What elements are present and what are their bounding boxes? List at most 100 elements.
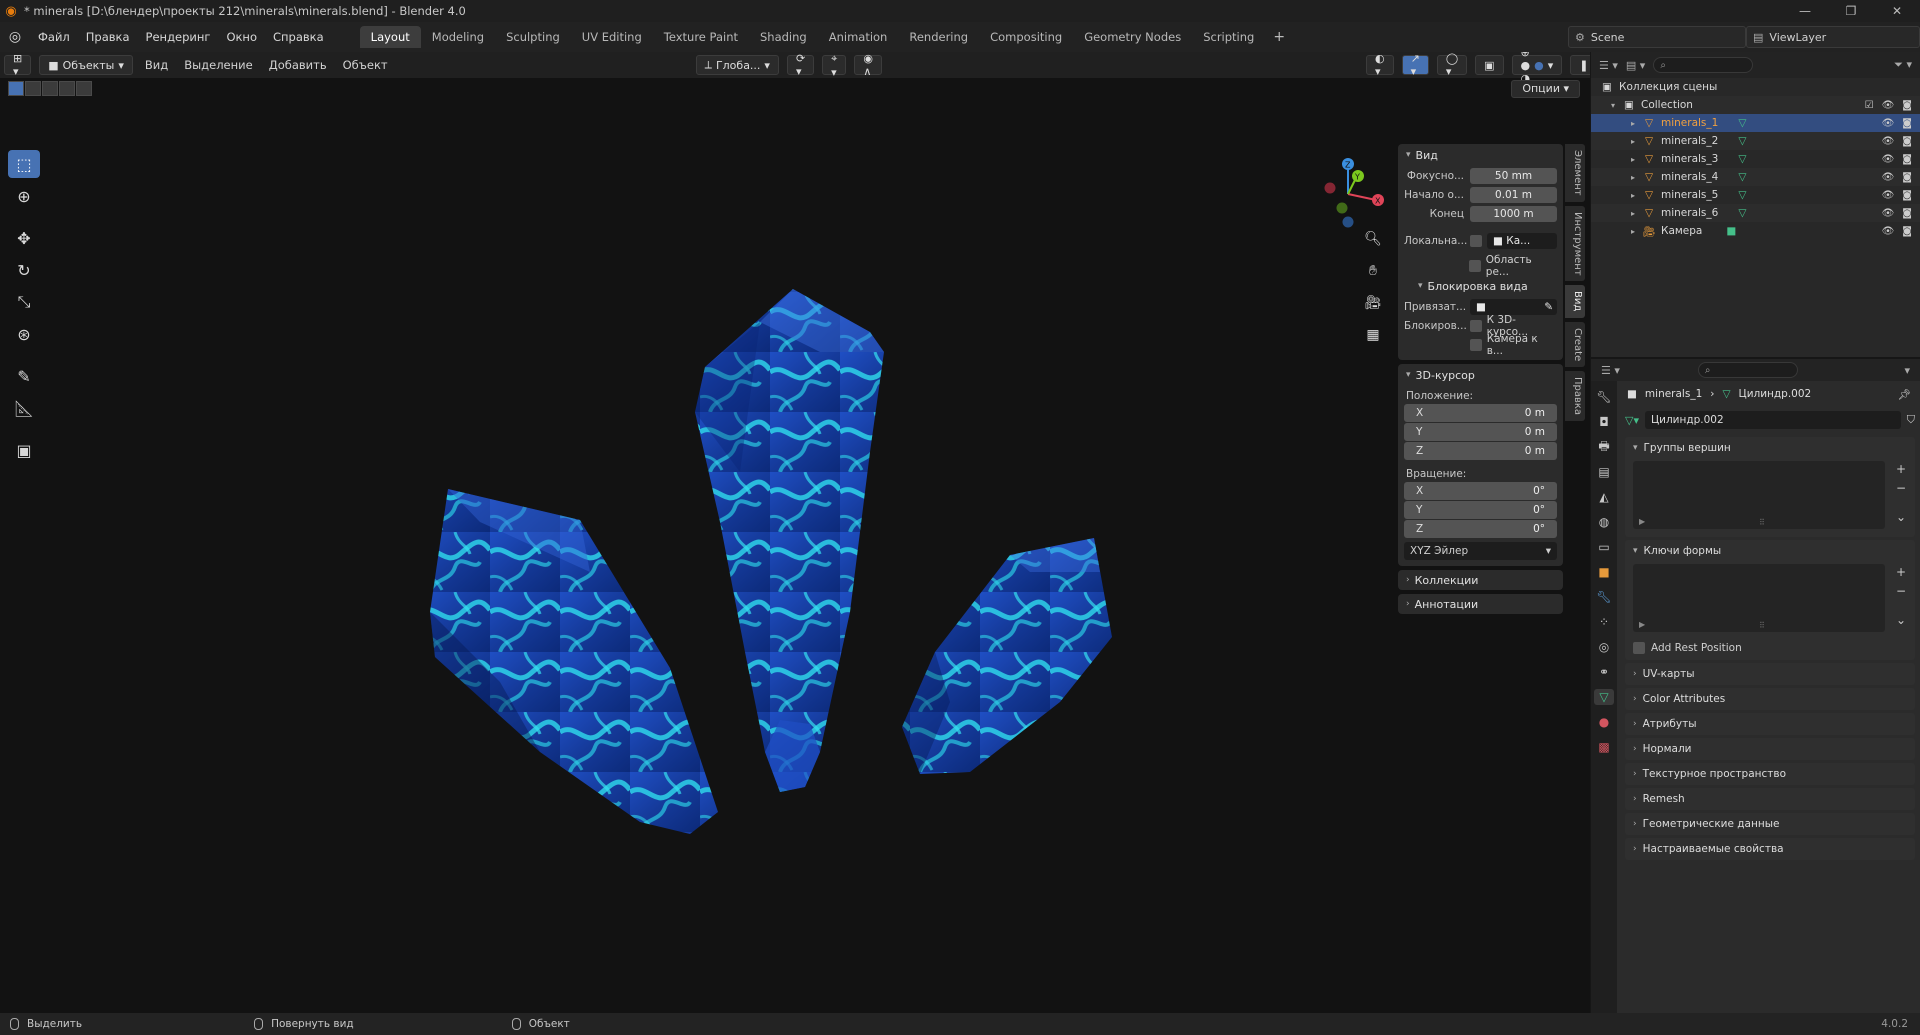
tab-layout[interactable]: Layout — [359, 26, 421, 48]
menu-edit[interactable]: Правка — [78, 26, 138, 48]
pivot-dropdown[interactable]: ⟳ ▾ — [786, 52, 815, 78]
add-vertex-group-button[interactable]: + — [1893, 461, 1909, 477]
chevron-down-icon[interactable]: ⌄ — [1893, 612, 1909, 628]
gizmo-toggle[interactable]: ↗ ▾ — [1401, 52, 1429, 78]
chevron-down-icon[interactable]: ▾ — [1904, 364, 1910, 377]
scale-tool-icon[interactable]: ⤡ — [8, 288, 40, 316]
mesh-name-field[interactable]: Цилиндр.002 — [1644, 411, 1901, 429]
tool-tab-icon[interactable]: 🔧︎ — [1594, 389, 1614, 405]
cursor-tool-icon[interactable]: ⊕ — [8, 182, 40, 210]
select-box-tool-icon[interactable]: ⬚ — [8, 150, 40, 178]
viewport-menu-select[interactable]: Выделение — [176, 58, 261, 72]
transform-orientation-dropdown[interactable]: ⟂ Глоба... ▾ — [695, 55, 779, 75]
editor-type-dropdown[interactable]: ⊞ ▾ — [4, 52, 32, 78]
cursor-rotation-z[interactable]: Z 0° — [1404, 520, 1557, 538]
blender-logo-icon[interactable]: ◎ — [0, 22, 30, 52]
scene-collection-row[interactable]: ▣ Коллекция сцены — [1591, 78, 1920, 96]
output-tab-icon[interactable]: 🖶︎ — [1594, 439, 1614, 455]
particles-tab-icon[interactable]: ⁘ — [1594, 614, 1614, 630]
remove-shape-key-button[interactable]: − — [1893, 583, 1909, 599]
close-icon[interactable]: ✕ — [1874, 0, 1920, 22]
3d-viewport[interactable]: ⊞ ▾ ■ Объекты ▾ Вид Выделение Добавить О… — [0, 52, 1590, 1013]
shape-keys-header[interactable]: ▾ Ключи формы — [1625, 540, 1915, 562]
measure-tool-icon[interactable]: 📐︎ — [8, 394, 40, 422]
pan-hand-icon[interactable]: ✋︎ — [1362, 260, 1384, 282]
outliner-item-minerals_2[interactable]: ▸ ▽ minerals_2 ▽ 👁︎ ◙ — [1591, 132, 1920, 150]
overlays-toggle[interactable]: ◯ ▾ — [1436, 52, 1468, 78]
view-lock-header[interactable]: ▾ Блокировка вида — [1398, 275, 1563, 297]
collections-panel-header[interactable]: › Коллекции — [1398, 570, 1563, 590]
viewport-menu-object[interactable]: Объект — [335, 58, 396, 72]
tab-view[interactable]: Вид — [1565, 285, 1585, 318]
properties-search-input[interactable]: ⌕ — [1697, 362, 1798, 378]
local-camera-checkbox[interactable] — [1470, 234, 1482, 247]
tab-rendering[interactable]: Rendering — [898, 26, 979, 48]
select-extend-icon[interactable] — [25, 80, 41, 96]
lock-object-field[interactable]: ■ ✎ — [1470, 298, 1557, 315]
panel-color-attributes[interactable]: › Color Attributes — [1625, 688, 1915, 710]
outliner-item-camera[interactable]: ▸ 🎥︎ Камера ■ 👁︎ ◙ — [1591, 222, 1920, 240]
tab-create[interactable]: Create — [1565, 321, 1585, 367]
collection-row[interactable]: ▾ ▣ Collection ☑ 👁︎ ◙ — [1591, 96, 1920, 114]
clip-start-field[interactable]: 0.01 m — [1470, 186, 1557, 203]
rotation-mode-dropdown[interactable]: XYZ Эйлер ▾ — [1404, 542, 1557, 560]
add-workspace-button[interactable]: + — [1265, 26, 1293, 48]
local-camera-field[interactable]: ■ Ка... — [1487, 232, 1557, 249]
menu-file[interactable]: Файл — [30, 26, 78, 48]
move-tool-icon[interactable]: ✥ — [8, 224, 40, 252]
select-subtract-icon[interactable] — [42, 80, 58, 96]
crystal-center[interactable] — [695, 289, 884, 792]
outliner-item-minerals_5[interactable]: ▸ ▽ minerals_5 ▽ 👁︎ ◙ — [1591, 186, 1920, 204]
tab-tool[interactable]: Инструмент — [1565, 205, 1585, 282]
constraints-tab-icon[interactable]: ⚭ — [1594, 664, 1614, 680]
maximize-icon[interactable]: ❐ — [1828, 0, 1874, 22]
xray-toggle[interactable]: ▣ — [1475, 55, 1504, 75]
vertex-groups-list[interactable]: ▶ ⠿ — [1633, 461, 1885, 529]
tab-edit[interactable]: Правка — [1565, 370, 1585, 421]
collection-tab-icon[interactable]: ▭ — [1594, 539, 1614, 555]
select-new-icon[interactable] — [8, 80, 24, 96]
cursor-rotation-x[interactable]: X 0° — [1404, 482, 1557, 500]
3d-cursor-header[interactable]: ▾ 3D-курсор — [1398, 364, 1563, 386]
proportional-edit-toggle[interactable]: ◉ ∧ — [854, 52, 882, 78]
render-region-checkbox[interactable] — [1468, 259, 1481, 272]
clip-end-field[interactable]: 1000 m — [1470, 205, 1557, 222]
snap-toggle[interactable]: ⌖ ▾ — [822, 52, 847, 79]
expand-arrow-icon[interactable]: ▾ — [1611, 101, 1621, 110]
menu-render[interactable]: Рендеринг — [138, 26, 219, 48]
shading-modes[interactable]: ⊕ ● ◑ ● ▾ — [1511, 52, 1563, 85]
panel-texture-space[interactable]: › Текстурное пространство — [1625, 763, 1915, 785]
add-rest-position-checkbox[interactable] — [1633, 642, 1645, 654]
viewport-menu-view[interactable]: Вид — [137, 58, 176, 72]
ortho-grid-icon[interactable]: ▦ — [1362, 324, 1384, 346]
vertex-groups-header[interactable]: ▾ Группы вершин — [1625, 437, 1915, 459]
mesh-data-tab-icon[interactable]: ▽ — [1594, 689, 1614, 705]
outliner-item-minerals_3[interactable]: ▸ ▽ minerals_3 ▽ 👁︎ ◙ — [1591, 150, 1920, 168]
physics-tab-icon[interactable]: ◎ — [1594, 639, 1614, 655]
add-cube-tool-icon[interactable]: ▣ — [8, 436, 40, 464]
pin-icon[interactable]: 📌︎ — [1898, 388, 1911, 401]
tab-compositing[interactable]: Compositing — [979, 26, 1073, 48]
modifiers-tab-icon[interactable]: 🔧︎ — [1594, 589, 1614, 605]
editor-type-icon[interactable]: ☰ ▾ — [1601, 364, 1620, 377]
editor-type-icon[interactable]: ☰ ▾ — [1599, 59, 1618, 72]
material-tab-icon[interactable]: ● — [1594, 714, 1614, 730]
shape-keys-list[interactable]: ▶ ⠿ — [1633, 564, 1885, 632]
view-layer-tab-icon[interactable]: ▤ — [1594, 464, 1614, 480]
cursor-location-y[interactable]: Y0 m — [1404, 423, 1557, 441]
view-panel-header[interactable]: ▾ Вид — [1398, 144, 1563, 166]
viewport-menu-add[interactable]: Добавить — [261, 58, 335, 72]
cursor-location-z[interactable]: Z0 m — [1404, 442, 1557, 460]
transform-tool-icon[interactable]: ⊛ — [8, 320, 40, 348]
filter-icon[interactable]: ⏷ ▾ — [1894, 58, 1912, 72]
texture-tab-icon[interactable]: ▩ — [1594, 739, 1614, 755]
panel-remesh[interactable]: › Remesh — [1625, 788, 1915, 810]
tab-uv-editing[interactable]: UV Editing — [571, 26, 653, 48]
tab-sculpting[interactable]: Sculpting — [495, 26, 571, 48]
options-dropdown[interactable]: Опции ▾ — [1511, 80, 1580, 98]
select-intersect-icon[interactable] — [76, 80, 92, 96]
add-shape-key-button[interactable]: + — [1893, 564, 1909, 580]
rotate-tool-icon[interactable]: ↻ — [8, 256, 40, 284]
tab-item[interactable]: Элемент — [1565, 144, 1585, 202]
remove-vertex-group-button[interactable]: − — [1893, 480, 1909, 496]
